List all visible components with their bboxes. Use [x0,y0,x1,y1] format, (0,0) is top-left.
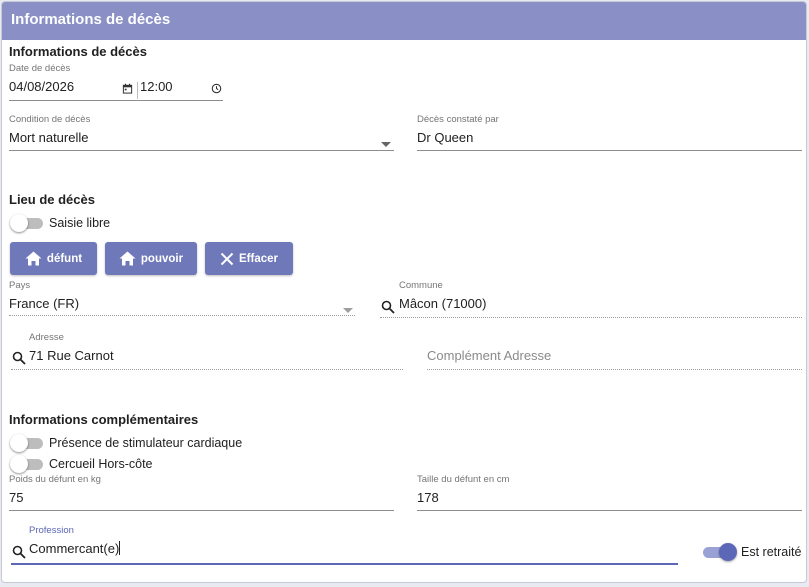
search-icon [12,351,26,370]
defunt-button-label: défunt [46,252,83,265]
constate-par-label: Décès constaté par [417,114,499,125]
card-header: Informations de décès [2,2,806,40]
commune-input[interactable]: Mâcon (71000) [399,296,486,311]
section-title-deces: Informations de décès [9,44,147,59]
effacer-button-label: Effacer [239,252,278,265]
est-retraite-toggle[interactable] [703,543,737,561]
search-icon [12,545,26,564]
clock-icon[interactable] [211,81,222,99]
saisie-libre-label: Saisie libre [49,216,111,230]
pouvoir-button[interactable]: pouvoir [105,242,197,275]
heure-deces-input[interactable]: 12:00 [140,79,173,94]
taille-input[interactable]: 178 [417,490,439,505]
cercueil-label: Cercueil Hors-côte [49,457,153,471]
text-cursor [119,541,121,555]
effacer-button[interactable]: Effacer [205,242,293,275]
defunt-button[interactable]: défunt [10,242,97,275]
taille-underline [417,510,802,511]
condition-deces-select[interactable]: Mort naturelle [9,130,88,145]
adresse-label: Adresse [29,332,64,343]
complement-adresse-input[interactable]: Complément Adresse [427,348,551,363]
stimulateur-label: Présence de stimulateur cardiaque [49,436,243,450]
constate-par-underline [417,150,802,151]
commune-label: Commune [399,280,443,291]
date-deces-underline [9,100,223,101]
adresse-underline [11,369,403,370]
constate-par-input[interactable]: Dr Queen [417,130,473,145]
est-retraite-label: Est retraité [741,545,802,559]
taille-label: Taille du défunt en cm [417,474,510,485]
poids-label: Poids du défunt en kg [9,474,101,485]
stimulateur-toggle[interactable] [10,434,44,452]
poids-input[interactable]: 75 [9,490,23,505]
profession-value: Commercant(e) [29,541,120,556]
deces-card: Informations de décès Informations de dé… [1,1,807,583]
card-header-title: Informations de décès [11,11,171,28]
commune-underline [380,317,802,318]
complement-adresse-underline [427,369,802,370]
cercueil-toggle[interactable] [10,455,44,473]
pays-select[interactable]: France (FR) [9,296,79,311]
close-icon [220,252,234,266]
pays-label: Pays [9,280,31,291]
home-icon [25,251,42,266]
section-title-complementaires: Informations complémentaires [9,412,199,427]
condition-deces-underline [9,150,394,151]
profession-input[interactable]: Commercant(e) [29,541,121,556]
date-deces-input[interactable]: 04/08/2026 [9,79,74,94]
condition-deces-label: Condition de décès [9,114,91,125]
profession-label: Profession [29,525,74,536]
section-title-lieu: Lieu de décès [9,192,95,207]
pays-underline [9,315,355,316]
home-icon [119,251,136,266]
adresse-input[interactable]: 71 Rue Carnot [29,348,114,363]
calendar-icon[interactable] [122,81,133,99]
poids-underline [9,510,394,511]
pouvoir-button-label: pouvoir [140,252,184,265]
date-time-divider [137,82,138,99]
date-deces-label: Date de décès [9,63,71,74]
saisie-libre-toggle[interactable] [10,214,44,232]
profession-underline [11,563,678,565]
dropdown-arrow-icon[interactable] [343,301,353,319]
